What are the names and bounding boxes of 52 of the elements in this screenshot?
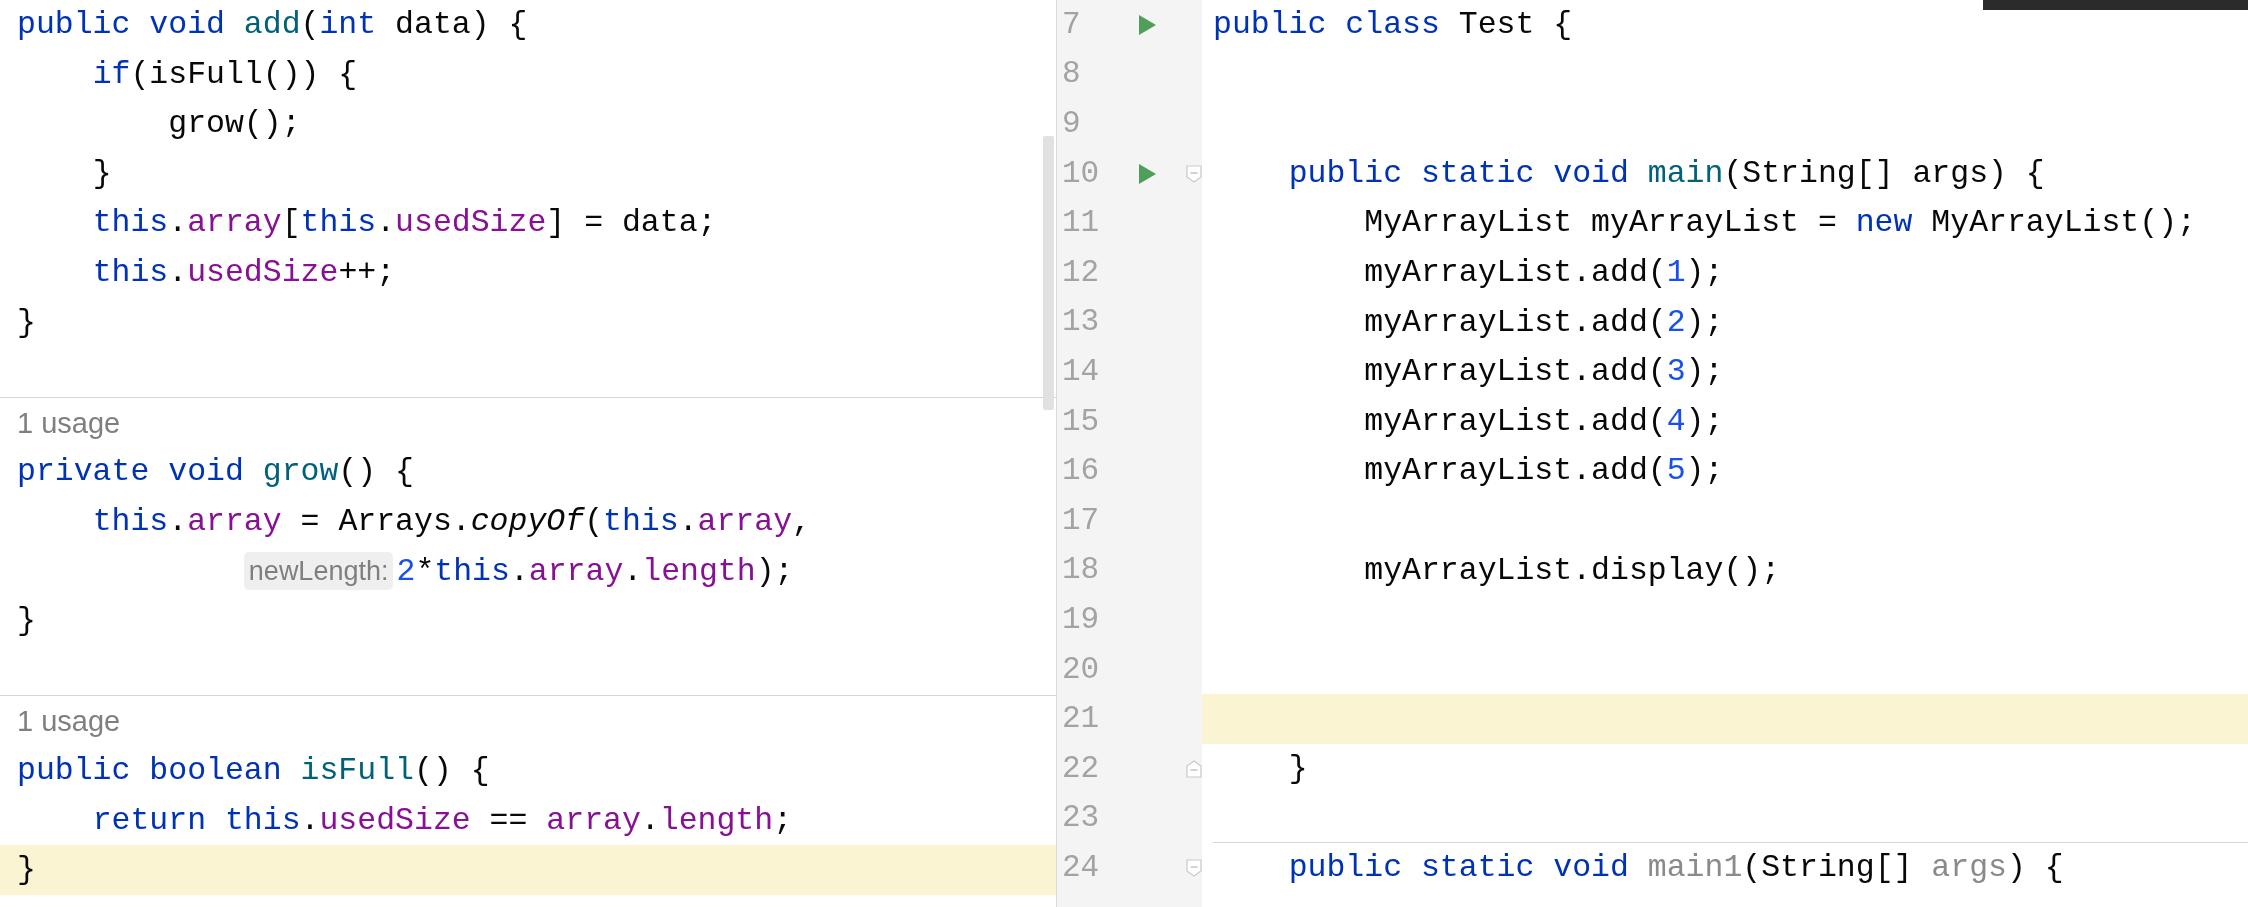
line-number: 8	[1062, 56, 1081, 93]
line-number: 24	[1062, 849, 1100, 886]
code-line: public void add(int data) {	[17, 6, 528, 44]
line-number: 23	[1062, 800, 1100, 837]
line-number: 14	[1062, 353, 1100, 390]
line-number: 9	[1062, 106, 1081, 142]
code-line: }	[1288, 749, 1308, 788]
line-number: 19	[1062, 601, 1100, 638]
code-line: public static void main(String[] args) {	[1288, 154, 2045, 193]
code-line: }	[17, 851, 36, 890]
inlay-hint: newLength:	[243, 552, 394, 591]
code-line: myArrayList.display();	[1364, 551, 1781, 590]
code-line: myArrayList.add(5);	[1364, 452, 1724, 491]
code-line: private void grow() {	[17, 453, 414, 492]
code-line: this.usedSize++;	[92, 253, 396, 292]
line-number: 7	[1062, 6, 1081, 43]
code-line: myArrayList.add(3);	[1364, 353, 1724, 392]
line-number: 18	[1062, 552, 1100, 589]
code-line: 2*this.array.length);	[396, 552, 794, 591]
line-number: 22	[1062, 750, 1100, 787]
line-number: 10	[1062, 155, 1100, 192]
line-number: 13	[1062, 304, 1100, 341]
code-line: myArrayList.add(4);	[1364, 402, 1724, 441]
line-number: 15	[1062, 403, 1100, 440]
code-line: }	[17, 303, 36, 342]
line-number: 17	[1062, 502, 1100, 539]
usage-hint[interactable]: 1 usage	[17, 405, 121, 440]
code-line: }	[17, 602, 36, 641]
code-line: myArrayList.add(1);	[1364, 253, 1724, 292]
line-number: 20	[1062, 651, 1100, 688]
line-number: 16	[1062, 453, 1100, 490]
code-line: this.array = Arrays.copyOf(this.array,	[92, 502, 811, 541]
fold-icon[interactable]	[1186, 164, 1202, 183]
code-line: MyArrayList myArrayList = new MyArrayList();	[1364, 204, 2196, 243]
run-icon[interactable]	[1137, 162, 1157, 185]
line-number: 21	[1062, 701, 1100, 738]
code-line: public boolean isFull() {	[17, 751, 490, 790]
code-line: public class Test {	[1213, 6, 1573, 44]
code-line: }	[92, 154, 112, 193]
scrollbar-thumb[interactable]	[1043, 136, 1054, 410]
line-number: 12	[1062, 254, 1100, 291]
code-line: if(isFull()) {	[92, 55, 358, 94]
code-line: return this.usedSize == array.length;	[92, 801, 793, 840]
fold-icon[interactable]	[1186, 759, 1202, 778]
code-line: this.array[this.usedSize] = data;	[92, 204, 717, 243]
code-line: public static void main1(String[] args) {	[1288, 849, 2064, 888]
usage-hint[interactable]: 1 usage	[17, 704, 121, 739]
code-line: grow();	[168, 105, 301, 144]
run-icon[interactable]	[1137, 13, 1157, 36]
fold-icon[interactable]	[1186, 858, 1202, 877]
line-number: 11	[1062, 205, 1100, 242]
code-line: myArrayList.add(2);	[1364, 303, 1724, 342]
